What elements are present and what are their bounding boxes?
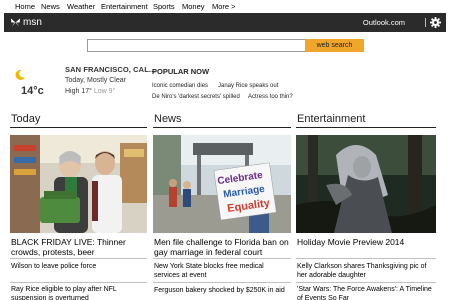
header-divider xyxy=(425,18,426,27)
news-headline[interactable]: Men file challenge to Florida ban on gay… xyxy=(154,237,292,257)
gear-icon[interactable] xyxy=(430,17,441,28)
entertainment-headline[interactable]: Holiday Movie Preview 2014 xyxy=(297,237,436,247)
popular-item[interactable]: Janay Rice speaks out xyxy=(218,82,278,91)
today-item[interactable]: Wilson to leave police force xyxy=(11,262,147,271)
search-input[interactable] xyxy=(87,39,306,52)
news-item[interactable]: New York State blocks free medical servi… xyxy=(154,262,291,280)
nav-weather-link[interactable]: Weather xyxy=(67,1,95,12)
nav-money-link[interactable]: Money xyxy=(182,1,205,12)
entertainment-item[interactable]: Kelly Clarkson shares Thanksgiving pic o… xyxy=(297,262,436,280)
today-photo[interactable] xyxy=(10,135,147,233)
today-item[interactable]: Ray Rice eligible to play after NFL susp… xyxy=(11,285,147,300)
outlook-link[interactable]: Outlook.com xyxy=(363,17,405,28)
item-divider xyxy=(153,258,291,259)
section-divider xyxy=(10,127,147,128)
section-title-entertainment[interactable]: Entertainment xyxy=(297,112,365,126)
entertainment-item[interactable]: 'Star Wars: The Force Awakens': A Timeli… xyxy=(297,285,436,300)
item-divider xyxy=(296,258,436,259)
moon-icon xyxy=(15,69,25,80)
section-title-today[interactable]: Today xyxy=(11,112,40,126)
item-divider xyxy=(296,282,436,283)
entertainment-photo[interactable] xyxy=(296,135,436,233)
nav-news-link[interactable]: News xyxy=(41,1,60,12)
nav-more-link[interactable]: More > xyxy=(212,1,236,12)
rally-image: Celebrate Marriage Equality xyxy=(153,135,291,233)
nav-sports-link[interactable]: Sports xyxy=(153,1,175,12)
weather-high: High 17° xyxy=(65,88,92,95)
news-photo[interactable]: Celebrate Marriage Equality xyxy=(153,135,291,233)
butterfly-icon xyxy=(10,18,21,27)
today-headline[interactable]: BLACK FRIDAY LIVE: Thinner crowds, prote… xyxy=(11,237,147,257)
msn-logo[interactable]: msn xyxy=(10,16,42,29)
item-divider xyxy=(10,282,147,283)
popular-item[interactable]: Actress too thin? xyxy=(248,93,293,102)
header-bar: msn Outlook.com xyxy=(4,13,446,32)
popular-item[interactable]: De Niro's 'darkest secrets' spilled xyxy=(152,93,240,102)
section-title-news[interactable]: News xyxy=(154,112,182,126)
nav-home-link[interactable]: Home xyxy=(15,1,35,12)
news-item[interactable]: Ferguson bakery shocked by $250K in aid xyxy=(154,286,291,295)
shoppers-image xyxy=(10,135,147,233)
popular-now-title: POPULAR NOW xyxy=(152,67,210,76)
weather-location[interactable]: SAN FRANCISCO, CAL... xyxy=(65,65,155,75)
nav-entertainment-link[interactable]: Entertainment xyxy=(101,1,148,12)
section-divider xyxy=(296,127,436,128)
item-divider xyxy=(153,282,291,283)
top-nav: Home News Weather Entertainment Sports M… xyxy=(0,0,450,13)
item-divider xyxy=(10,258,147,259)
weather-low: Low 9° xyxy=(93,88,116,95)
section-divider xyxy=(153,127,291,128)
popular-item[interactable]: Iconic comedian dies xyxy=(152,82,208,91)
web-search-button[interactable]: web search xyxy=(305,39,364,52)
weather-temperature[interactable]: 14°c xyxy=(21,84,44,98)
logo-text: msn xyxy=(23,17,42,28)
weather-high-low: High 17° Low 9° xyxy=(65,87,115,97)
weather-condition: Today, Mostly Clear xyxy=(65,77,126,84)
movie-still-image xyxy=(296,135,436,233)
